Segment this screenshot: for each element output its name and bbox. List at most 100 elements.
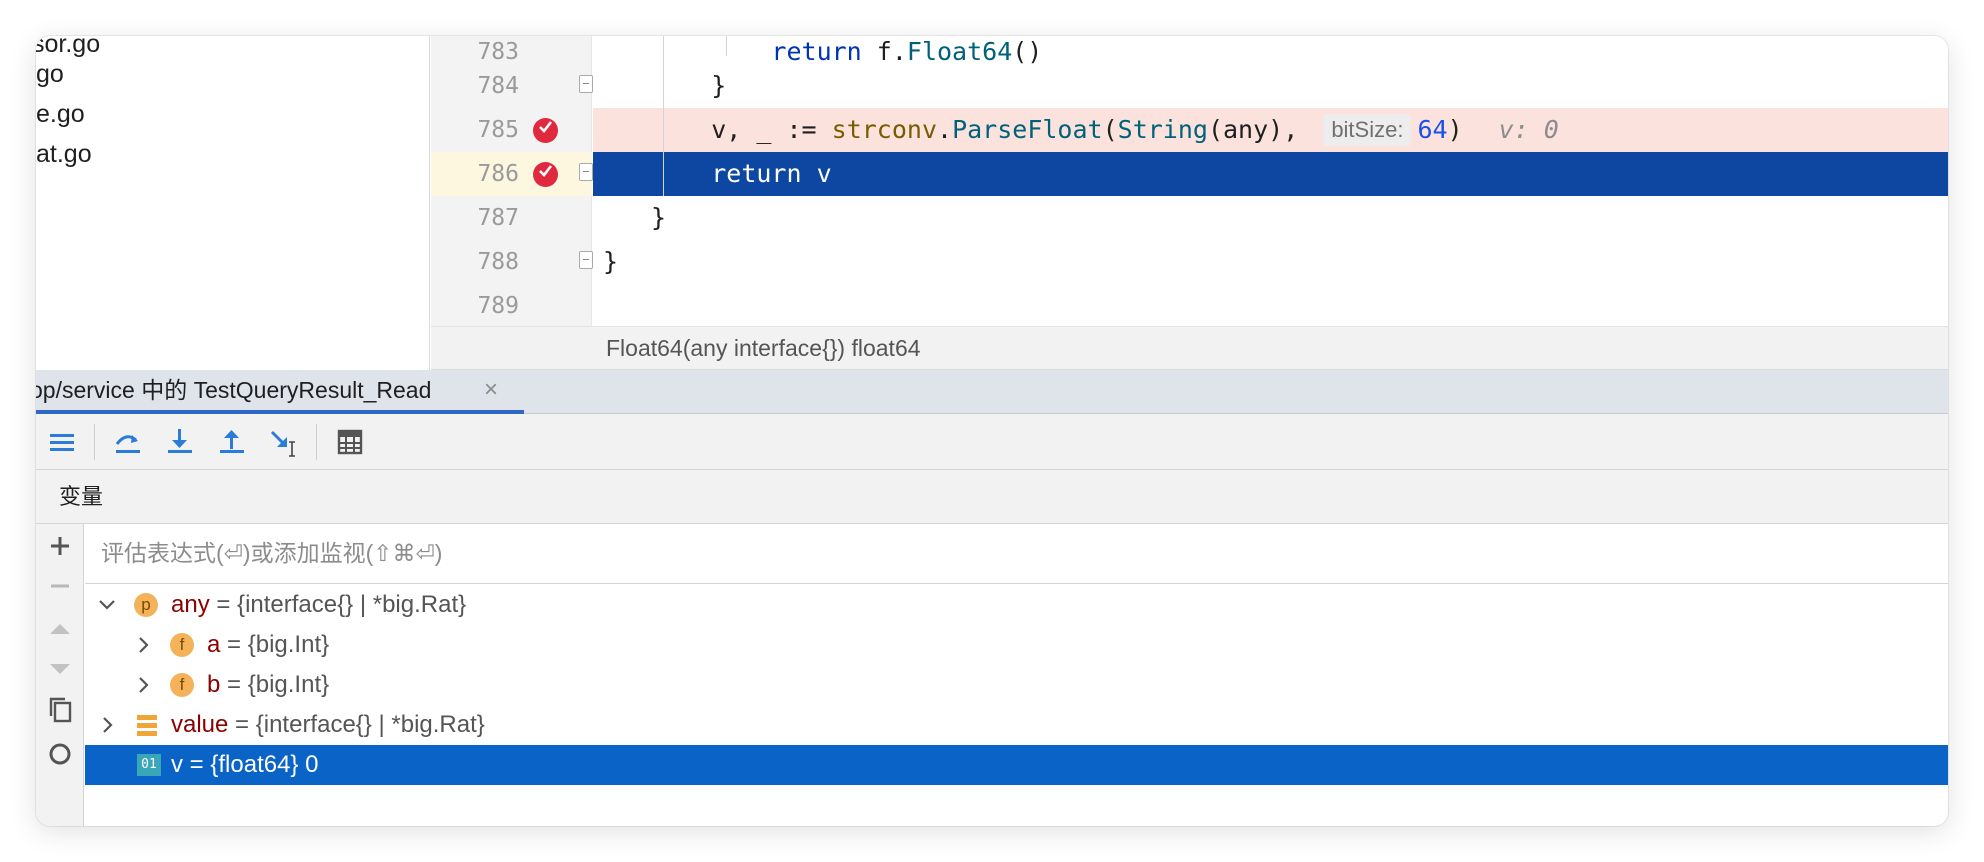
close-icon[interactable]: × — [484, 370, 498, 410]
code-token: } — [651, 203, 667, 232]
fold-marker-icon[interactable] — [579, 251, 593, 269]
line-number: 786 — [477, 161, 519, 187]
variable-name: b — [207, 671, 221, 698]
step-out-icon[interactable] — [216, 426, 248, 458]
field-badge-icon: f — [170, 673, 194, 697]
copy-icon[interactable] — [44, 694, 76, 726]
move-down-icon[interactable] — [44, 652, 76, 684]
chevron-right-icon[interactable] — [133, 625, 153, 665]
code-token: return v — [711, 159, 832, 188]
fold-marker-icon[interactable] — [579, 163, 593, 181]
ide-window: sor.go go e.go at.go 783 784 785 786 787… — [36, 36, 1948, 826]
chevron-down-icon[interactable] — [97, 585, 117, 625]
code-token: String — [1117, 115, 1208, 144]
inline-debug-value: v: 0 — [1498, 115, 1559, 144]
breadcrumb-function[interactable]: Float64(any interface{}) float64 — [606, 327, 921, 369]
code-token: } — [603, 247, 619, 276]
variables-header: 变量 — [36, 470, 1948, 524]
run-to-cursor-icon[interactable] — [268, 426, 300, 458]
chevron-right-icon[interactable] — [97, 705, 117, 745]
code-area[interactable]: return f.Float64() } v, _ := strconv.Par… — [593, 36, 1948, 326]
code-token: v, _ := — [711, 115, 832, 144]
code-line-787: } — [593, 196, 1948, 240]
step-over-icon[interactable] — [112, 426, 144, 458]
code-token: Float64 — [906, 37, 1013, 66]
parameter-badge-icon: p — [134, 593, 158, 617]
line-number: 789 — [477, 293, 519, 319]
variable-row[interactable]: f a = {big.Int} — [85, 625, 1948, 665]
variable-value: = {interface{} | *big.Rat} — [209, 591, 467, 618]
toolbar-separator — [316, 424, 317, 460]
code-line-786: return v — [593, 152, 1948, 196]
code-token: return — [771, 37, 877, 66]
primitive-type-icon: 01 — [137, 754, 161, 776]
toolbar-separator — [94, 424, 95, 460]
variables-title: 变量 — [59, 484, 104, 509]
code-token: } — [711, 71, 727, 100]
code-token: f. — [876, 37, 907, 66]
variable-name: value — [171, 711, 229, 738]
variables-side-toolbar — [36, 524, 84, 826]
code-text: return v — [651, 152, 832, 196]
code-token: () — [1012, 37, 1043, 66]
parameter-value: 64 — [1417, 115, 1448, 144]
move-up-icon[interactable] — [44, 612, 76, 644]
variable-name: v — [171, 751, 183, 778]
breakpoint-icon[interactable] — [533, 162, 558, 187]
variable-value: = {big.Int} — [220, 631, 330, 658]
variable-row[interactable]: value = {interface{} | *big.Rat} — [85, 705, 1948, 745]
debug-tab-bar: op/service 中的 TestQueryResult_Read × — [36, 370, 1948, 414]
variables-tree[interactable]: p any = {interface{} | *big.Rat} f a = {… — [85, 585, 1948, 826]
code-token: ParseFloat — [952, 115, 1103, 144]
variable-value: = {float64} 0 — [183, 751, 319, 778]
variable-name: a — [207, 631, 221, 658]
debug-toolbar — [36, 414, 1948, 470]
indent-guide — [663, 36, 664, 196]
code-token: ) — [1447, 115, 1463, 144]
variable-value: = {interface{} | *big.Rat} — [228, 711, 485, 738]
debug-session-tab[interactable]: op/service 中的 TestQueryResult_Read × — [36, 370, 524, 414]
code-line-788: } — [593, 240, 1948, 284]
debug-session-tab-label: op/service 中的 TestQueryResult_Read — [36, 377, 432, 403]
code-editor[interactable]: 783 784 785 786 787 788 789 return f.Flo… — [431, 36, 1948, 326]
code-token: strconv — [831, 115, 937, 144]
code-line-784: } — [593, 64, 1948, 108]
chevron-right-icon[interactable] — [133, 665, 153, 705]
stack-variable-icon — [137, 715, 157, 736]
fold-marker-icon[interactable] — [579, 75, 593, 93]
breakpoint-icon[interactable] — [533, 118, 558, 143]
settings-icon[interactable] — [44, 738, 76, 770]
code-text: v, _ := strconv.ParseFloat(String(any), … — [651, 108, 1559, 152]
line-number: 788 — [477, 249, 519, 275]
code-token: . — [937, 115, 953, 144]
remove-watch-icon[interactable] — [44, 570, 76, 602]
indent-guide — [726, 36, 727, 56]
variable-row[interactable]: p any = {interface{} | *big.Rat} — [85, 585, 1948, 625]
code-text: } — [603, 240, 618, 284]
breadcrumb[interactable]: Float64(any interface{}) float64 — [431, 326, 1948, 370]
variable-row[interactable]: f b = {big.Int} — [85, 665, 1948, 705]
evaluate-expression-input[interactable] — [85, 524, 1948, 584]
project-tree: sor.go go e.go at.go — [36, 36, 430, 370]
add-watch-icon[interactable] — [44, 530, 76, 562]
project-file-item[interactable]: e.go — [36, 94, 85, 134]
variable-value: = {big.Int} — [220, 671, 330, 698]
line-number: 787 — [477, 205, 519, 231]
project-file-item[interactable]: go — [36, 54, 64, 94]
variable-row-selected[interactable]: 01 v = {float64} 0 — [85, 745, 1948, 785]
field-badge-icon: f — [170, 633, 194, 657]
parameter-hint: bitSize: — [1323, 114, 1412, 146]
project-file-item[interactable]: at.go — [36, 134, 92, 174]
step-into-icon[interactable] — [164, 426, 196, 458]
code-token: (any), — [1207, 115, 1314, 144]
code-text: } — [651, 196, 666, 240]
variable-name: any — [171, 591, 210, 618]
code-token: ( — [1102, 115, 1118, 144]
frames-layout-icon[interactable] — [46, 426, 78, 458]
code-line-785: v, _ := strconv.ParseFloat(String(any), … — [593, 108, 1948, 152]
evaluate-expression-icon[interactable] — [334, 426, 366, 458]
line-number: 785 — [477, 117, 519, 143]
line-number: 784 — [477, 73, 519, 99]
editor-gutter[interactable]: 783 784 785 786 787 788 789 — [431, 36, 593, 326]
